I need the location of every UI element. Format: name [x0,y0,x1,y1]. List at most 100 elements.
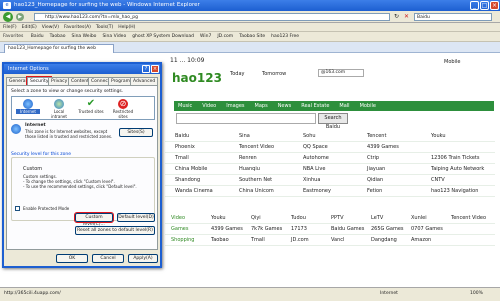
zone-restricted-sites[interactable]: ⊘ Restricted sites [110,99,136,119]
nav-link[interactable]: Images [226,103,244,109]
category-link[interactable]: Tudou [291,215,306,221]
nav-link[interactable]: News [278,103,292,109]
help-icon[interactable]: ? [142,65,150,73]
category-link[interactable]: Tmall [251,237,265,243]
tab-hao123[interactable]: hao123_Homepage for surfing the web [4,44,114,53]
site-link[interactable]: Ctrip [367,155,379,161]
category-link[interactable]: Qiyi [251,215,261,221]
custom-level-button[interactable]: Custom level(C)... [74,212,114,227]
site-link[interactable]: Eastmoney [303,188,331,194]
site-link[interactable]: Baidu [175,133,189,139]
favorite-link[interactable]: JD.com [217,34,233,39]
category-link[interactable]: Amazon [411,237,431,243]
favorite-link[interactable]: Taobao Site [239,34,265,39]
mobile-link[interactable]: Mobile [444,59,460,65]
menu-item[interactable]: File(F) [3,25,17,30]
category-link[interactable]: LeTV [371,215,383,221]
category-link[interactable]: Dangdang [371,237,397,243]
favorite-link[interactable]: ghost XP System Download [132,34,194,39]
search-button[interactable]: Search Baidu [318,113,348,130]
forward-icon[interactable]: ▶ [16,13,24,21]
default-level-button[interactable]: Default level(D) [117,213,155,222]
site-link[interactable]: Phoenix [175,144,195,150]
site-link[interactable]: Tencent Video [239,144,274,150]
maximize-button[interactable]: □ [480,1,489,10]
site-link[interactable]: China Unicom [239,188,274,194]
site-link[interactable]: hao123 Navigation [431,188,478,194]
logo[interactable]: hao123 [172,71,222,85]
nav-link[interactable]: Video [202,103,216,109]
category-link[interactable]: Taobao [211,237,229,243]
zone-trusted-sites[interactable]: ✔ Trusted sites [78,99,104,115]
close-button[interactable]: × [490,1,499,10]
site-link[interactable]: Tmall [175,155,189,161]
favorite-link[interactable]: Win7 [200,34,211,39]
site-link[interactable]: Sohu [303,133,316,139]
apply-button[interactable]: Apply(A) [128,254,158,263]
category-link[interactable]: 0707 Games [411,226,443,232]
search-box[interactable]: Baidu [414,13,492,21]
refresh-icon[interactable]: ↻ [394,13,402,21]
site-link[interactable]: Sina [239,133,250,139]
category-link[interactable]: Vancl [331,237,344,243]
site-link[interactable]: Huanqiu [239,166,260,172]
category-link[interactable]: Baidu Games [331,226,364,232]
favorite-link[interactable]: Baidu [31,34,44,39]
favorite-link[interactable]: Sina Weibo [71,34,96,39]
site-link[interactable]: Xinhua [303,177,320,183]
site-link[interactable]: Jiayuan [367,166,385,172]
ok-button[interactable]: OK [56,254,88,263]
category-link[interactable]: 7k7k Games [251,226,282,232]
cancel-button[interactable]: Cancel [92,254,124,263]
nav-link[interactable]: Real Estate [301,103,329,109]
menu-item[interactable]: Tools(T) [96,25,113,30]
nav-link[interactable]: Music [178,103,192,109]
zone-list[interactable]: Internet Local intranet ✔ Trusted sites … [11,96,155,120]
favorite-link[interactable]: Taobao [50,34,66,39]
zone-local-intranet[interactable]: Local intranet [46,99,72,119]
menu-item[interactable]: Help(H) [118,25,135,30]
dialog-close-icon[interactable]: × [151,65,159,73]
category-link[interactable]: 17173 [291,226,307,232]
zoom-text[interactable]: 100% [470,291,483,296]
menu-item[interactable]: Edit(E) [22,25,37,30]
site-link[interactable]: Southern Net [239,177,272,183]
favorite-link[interactable]: hao123 Free [271,34,299,39]
site-link[interactable]: 12306 Train Tickets [431,155,479,161]
site-link[interactable]: Qidian [367,177,383,183]
nav-link[interactable]: Mall [339,103,349,109]
site-link[interactable]: Shandong [175,177,200,183]
category-link[interactable]: Youku [211,215,226,221]
site-link[interactable]: China Mobile [175,166,207,172]
category-link[interactable]: Xunlei [411,215,427,221]
back-icon[interactable]: ◀ [3,12,13,22]
reset-all-zones-button[interactable]: Reset all zones to default level(R) [75,226,155,235]
site-link[interactable]: NBA Live [303,166,325,172]
menu-item[interactable]: View(V) [42,25,59,30]
site-link[interactable]: QQ Space [303,144,328,150]
sites-button[interactable]: Sites(S) [119,128,153,137]
site-link[interactable]: CNTV [431,177,445,183]
category-link[interactable]: JD.com [291,237,309,243]
address-input[interactable]: http://www.hao123.com/?tn=mlx_hao_pg [34,13,390,21]
baidu-search-input[interactable] [176,113,316,124]
nav-link[interactable]: Maps [255,103,268,109]
category-link[interactable]: 4399 Games [211,226,243,232]
category-link[interactable]: PPTV [331,215,344,221]
site-link[interactable]: 4399 Games [367,144,399,150]
site-link[interactable]: Taiping Auto Network [431,166,484,172]
site-link[interactable]: Autohome [303,155,329,161]
category-link[interactable]: Tencent Video [451,215,486,221]
nav-link[interactable]: Mobile [360,103,376,109]
menu-item[interactable]: Favorites(A) [64,25,91,30]
site-link[interactable]: Tencent [367,133,386,139]
site-link[interactable]: Youku [431,133,446,139]
minimize-button[interactable]: _ [470,1,479,10]
protected-mode-checkbox[interactable] [15,206,20,211]
category-link[interactable]: 265G Games [371,226,404,232]
site-link[interactable]: Wanda Cinema [175,188,213,194]
zone-internet[interactable]: Internet [16,99,40,114]
mail-input[interactable]: @163.com [318,69,364,77]
stop-icon[interactable]: ✕ [404,13,412,21]
favorite-link[interactable]: Sina Video [102,34,126,39]
